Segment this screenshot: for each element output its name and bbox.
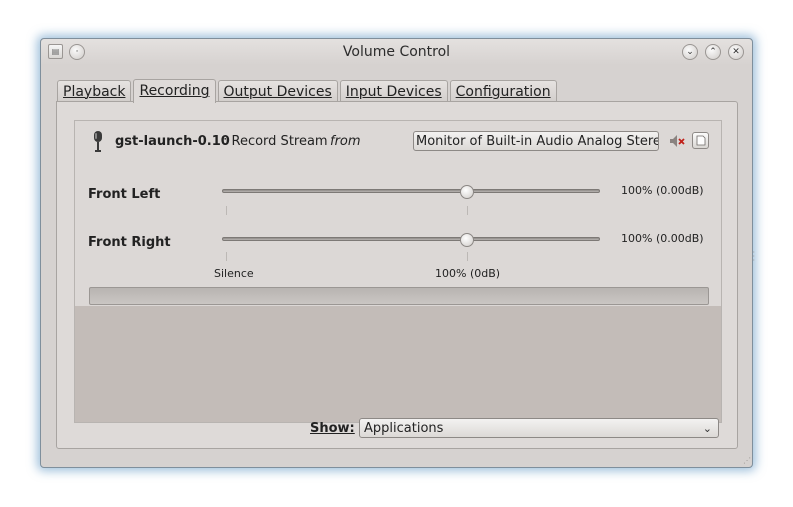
stream-type-label: : Record Stream <box>223 134 328 149</box>
show-label-text: Show: <box>310 421 355 436</box>
volume-readout-front-left: 100% (0.00dB) <box>621 184 704 197</box>
slider-thumb-front-right[interactable] <box>460 233 474 247</box>
slider-thumb-front-left[interactable] <box>460 185 474 199</box>
chevron-down-icon: ⌄ <box>702 422 712 435</box>
tab-recording[interactable]: Recording <box>133 79 216 103</box>
stream-app-name: gst-launch-0.10 <box>115 134 230 149</box>
tab-bar: Playback Recording Output Devices Input … <box>57 79 559 103</box>
lock-channels-icon <box>696 135 706 146</box>
show-filter-value: Applications <box>364 421 444 436</box>
tab-input-devices[interactable]: Input Devices <box>339 80 448 102</box>
close-icon: ✕ <box>732 47 740 57</box>
side-resize-grip-icon[interactable]: · · · <box>752 249 755 265</box>
from-label: from <box>330 134 361 149</box>
channel-label-front-left: Front Left <box>88 187 161 202</box>
chevron-down-icon: ⌄ <box>686 47 694 57</box>
level-meter <box>89 287 709 305</box>
record-stream-item: gst-launch-0.10 : Record Stream from Mon… <box>75 121 721 306</box>
chevron-up-icon: ⌃ <box>709 47 717 57</box>
recording-panel: gst-launch-0.10 : Record Stream from Mon… <box>56 101 738 449</box>
volume-control-window: ▤ · Volume Control ⌄ ⌃ ✕ Playback Record… <box>40 38 755 468</box>
tab-configuration[interactable]: Configuration <box>449 80 557 102</box>
show-filter-select[interactable]: Applications ⌄ <box>359 418 719 438</box>
source-device-button[interactable]: Monitor of Built-in Audio Analog Stereo <box>413 131 659 151</box>
resize-grip-icon[interactable]: ⋰ <box>743 456 751 465</box>
title-bar[interactable]: ▤ · Volume Control ⌄ ⌃ ✕ <box>41 39 752 65</box>
close-button[interactable]: ✕ <box>728 44 744 60</box>
mute-speaker-icon[interactable] <box>669 133 685 149</box>
lock-channels-button[interactable] <box>692 132 709 149</box>
tab-playback[interactable]: Playback <box>57 80 132 102</box>
scale-tick-full <box>467 252 468 261</box>
show-label: Show: <box>310 421 355 436</box>
scale-label-full: 100% (0dB) <box>435 267 501 280</box>
slider-track-front-left[interactable] <box>222 189 600 193</box>
channel-label-front-right: Front Right <box>88 235 171 250</box>
volume-readout-front-right: 100% (0.00dB) <box>621 232 704 245</box>
scale-tick-full <box>467 206 468 215</box>
slider-track-front-right[interactable] <box>222 237 600 241</box>
scale-tick-silence <box>226 252 227 261</box>
window-title: Volume Control <box>342 44 451 60</box>
stream-list[interactable]: gst-launch-0.10 : Record Stream from Mon… <box>74 120 722 423</box>
microphone-icon <box>94 131 102 152</box>
minimize-button[interactable]: ⌄ <box>682 44 698 60</box>
scale-tick-silence <box>226 206 227 215</box>
tab-output-devices[interactable]: Output Devices <box>217 80 338 102</box>
maximize-button[interactable]: ⌃ <box>705 44 721 60</box>
scale-label-silence: Silence <box>214 267 254 280</box>
